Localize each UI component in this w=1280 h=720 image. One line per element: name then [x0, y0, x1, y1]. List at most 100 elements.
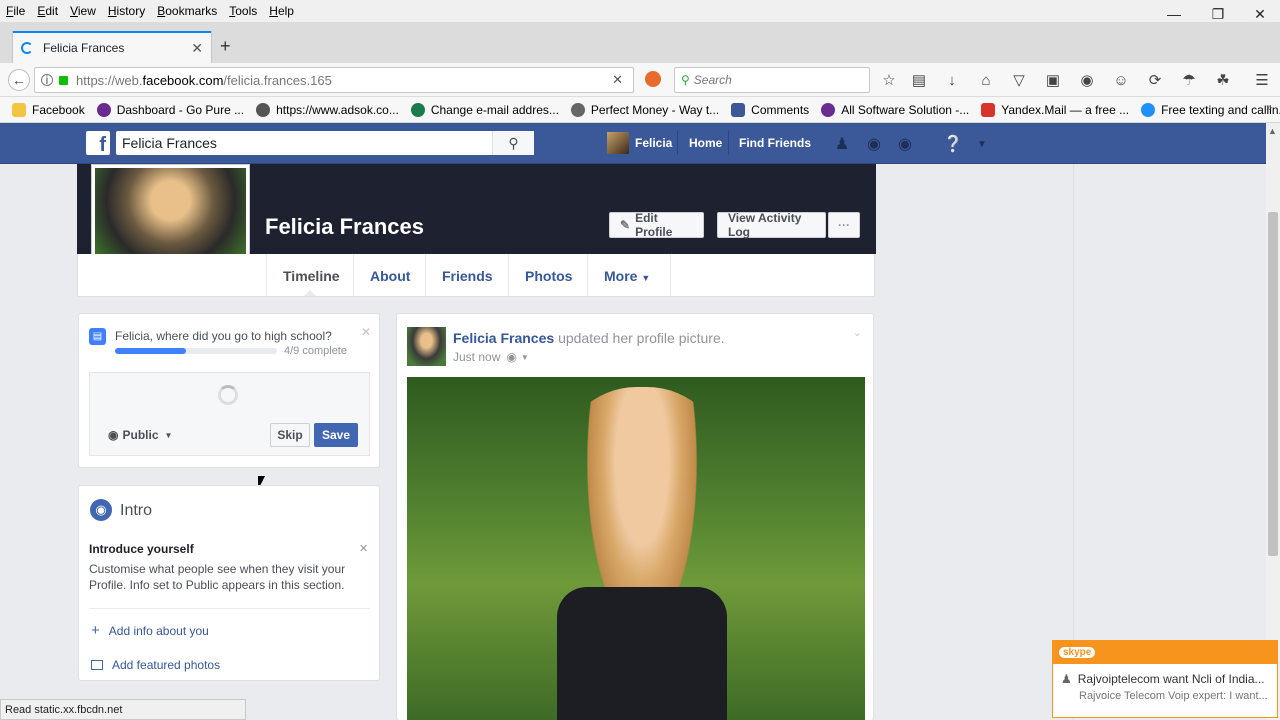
- post-profile-photo[interactable]: [407, 377, 865, 720]
- post-author[interactable]: Felicia Frances: [453, 330, 554, 346]
- tab-friends[interactable]: Friends: [442, 268, 493, 284]
- active-tab-caret: [304, 290, 316, 296]
- caret-down-icon: ▼: [641, 273, 651, 283]
- back-icon[interactable]: ←: [8, 69, 30, 91]
- status-bar: Read static.xx.fbcdn.net: [0, 699, 246, 720]
- menu-help[interactable]: Help: [263, 4, 300, 18]
- new-tab-icon[interactable]: +: [220, 36, 231, 57]
- privacy-caret-icon[interactable]: ▼: [521, 353, 529, 362]
- scrollbar-thumb[interactable]: [1268, 212, 1278, 556]
- facebook-logo-icon[interactable]: f: [86, 131, 110, 155]
- avatar[interactable]: [607, 132, 629, 154]
- menu-tools[interactable]: Tools: [223, 4, 263, 18]
- url-bar[interactable]: i https://web.facebook.com/felicia.franc…: [34, 67, 634, 93]
- bookmark-label: Facebook: [32, 102, 85, 117]
- nav-user-name[interactable]: Felicia: [635, 136, 672, 150]
- pocket-icon[interactable]: ▽: [1010, 71, 1028, 89]
- star-icon[interactable]: ☆: [880, 71, 898, 89]
- tab-about[interactable]: About: [370, 268, 410, 284]
- post-time[interactable]: Just now: [453, 350, 500, 364]
- bookmark-item[interactable]: https://www.adsok.co...: [256, 102, 399, 117]
- progress-text: 4/9 complete: [284, 345, 347, 357]
- extension-icon[interactable]: ▣: [1044, 71, 1062, 89]
- skype-notification[interactable]: skype ♟ Rajvoiptelecom want Ncli of India…: [1052, 640, 1278, 718]
- menu-file[interactable]: File: [0, 4, 31, 18]
- extension-globe-icon[interactable]: ◉: [1078, 71, 1096, 89]
- bookmark-item[interactable]: Facebook: [12, 102, 85, 117]
- download-icon[interactable]: ↓: [943, 71, 961, 89]
- menu-view[interactable]: View: [64, 4, 102, 18]
- close-icon[interactable]: ✕: [361, 325, 371, 339]
- clear-url-icon[interactable]: ✕: [612, 72, 623, 88]
- search-value: Felicia Frances: [122, 135, 217, 151]
- bookmark-item[interactable]: Change e-mail addres...: [410, 102, 559, 117]
- bookmark-item[interactable]: Comments: [731, 102, 809, 117]
- scroll-up-icon[interactable]: ▲: [1268, 126, 1277, 136]
- lock-icon: [59, 75, 68, 85]
- bookmarks-overflow-icon[interactable]: »: [1266, 102, 1272, 114]
- bookmark-item[interactable]: All Software Solution -...: [821, 102, 969, 117]
- extension-fox-icon[interactable]: ☘: [1214, 71, 1232, 89]
- tab-photos[interactable]: Photos: [525, 268, 572, 284]
- info-icon[interactable]: i: [41, 73, 53, 87]
- bookmark-item[interactable]: Dashboard - Go Pure ...: [96, 102, 244, 117]
- edit-profile-button[interactable]: ✎ Edit Profile: [609, 211, 704, 239]
- menu-history[interactable]: History: [102, 4, 151, 18]
- post-options-chevron-icon[interactable]: ⌄: [853, 328, 861, 339]
- intro-globe-icon: ◉: [90, 499, 112, 521]
- account-dropdown-icon[interactable]: ▼: [972, 135, 992, 153]
- skype-subtitle: Rajvoice Telecom Voip expert: I want...: [1079, 690, 1268, 702]
- save-button[interactable]: Save: [314, 423, 358, 447]
- close-icon[interactable]: ✕: [359, 542, 368, 555]
- tab-more[interactable]: More ▼: [604, 268, 650, 284]
- nav-find-friends[interactable]: Find Friends: [739, 136, 811, 150]
- bookmark-favicon-icon: [96, 102, 111, 117]
- messenger-icon[interactable]: ◉: [864, 135, 884, 153]
- search-bar[interactable]: ⚲ Search: [674, 67, 870, 93]
- intro-title: Intro: [120, 502, 153, 519]
- photo-top: [557, 587, 727, 720]
- notifications-globe-icon[interactable]: ◉: [895, 135, 915, 153]
- browser-tab[interactable]: Felicia Frances ✕: [12, 31, 212, 63]
- search-icon[interactable]: ⚲: [492, 131, 534, 155]
- right-column-divider: [1073, 164, 1074, 720]
- facebook-search-input[interactable]: Felicia Frances: [116, 131, 534, 155]
- school-icon: ▤: [89, 328, 106, 345]
- audience-selector[interactable]: ◉ Public ▼: [108, 428, 172, 442]
- extension-sync-icon[interactable]: ⟳: [1146, 71, 1164, 89]
- bookmark-item[interactable]: Perfect Money - Way t...: [570, 102, 719, 117]
- add-info-link[interactable]: + Add info about you: [91, 622, 209, 639]
- facebook-icon: [731, 102, 746, 117]
- menu-bar: File Edit View History Bookmarks Tools H…: [0, 0, 1280, 22]
- view-activity-log-button[interactable]: View Activity Log: [717, 211, 826, 239]
- extension-ball-icon[interactable]: [645, 71, 661, 87]
- photo-icon: [91, 660, 103, 670]
- extension-umbrella-icon[interactable]: ☂: [1180, 71, 1198, 89]
- reading-list-icon[interactable]: ▤: [910, 71, 928, 89]
- intro-heading: Introduce yourself: [89, 542, 194, 556]
- more-options-button[interactable]: ···: [828, 212, 860, 238]
- tab-divider: [670, 254, 671, 296]
- bookmark-item[interactable]: Yandex.Mail — a free ...: [981, 102, 1129, 117]
- home-icon[interactable]: ⌂: [977, 71, 995, 89]
- extension-face-icon[interactable]: ☺: [1112, 71, 1130, 89]
- menu-edit[interactable]: Edit: [31, 4, 64, 18]
- friend-requests-icon[interactable]: ♟: [832, 135, 852, 153]
- bookmark-item[interactable]: Free texting and callin...: [1141, 102, 1280, 117]
- menu-bookmarks[interactable]: Bookmarks: [151, 4, 223, 18]
- close-tab-icon[interactable]: ✕: [191, 40, 203, 57]
- add-info-label: Add info about you: [108, 623, 209, 638]
- tab-timeline[interactable]: Timeline: [283, 268, 340, 284]
- nav-home[interactable]: Home: [689, 136, 722, 150]
- skip-button[interactable]: Skip: [270, 423, 310, 447]
- post-author-avatar[interactable]: [407, 327, 446, 366]
- hamburger-menu-icon[interactable]: ☰: [1253, 71, 1271, 89]
- nav-divider: [677, 131, 678, 155]
- intro-card: ◉ Intro Introduce yourself ✕ Customise w…: [78, 485, 380, 681]
- help-icon[interactable]: ❔: [943, 135, 963, 153]
- plus-icon: +: [91, 622, 100, 639]
- add-featured-photos-link[interactable]: Add featured photos: [91, 658, 220, 672]
- globe-icon: [570, 102, 585, 117]
- tab-divider: [266, 254, 267, 296]
- tab-divider: [353, 254, 354, 296]
